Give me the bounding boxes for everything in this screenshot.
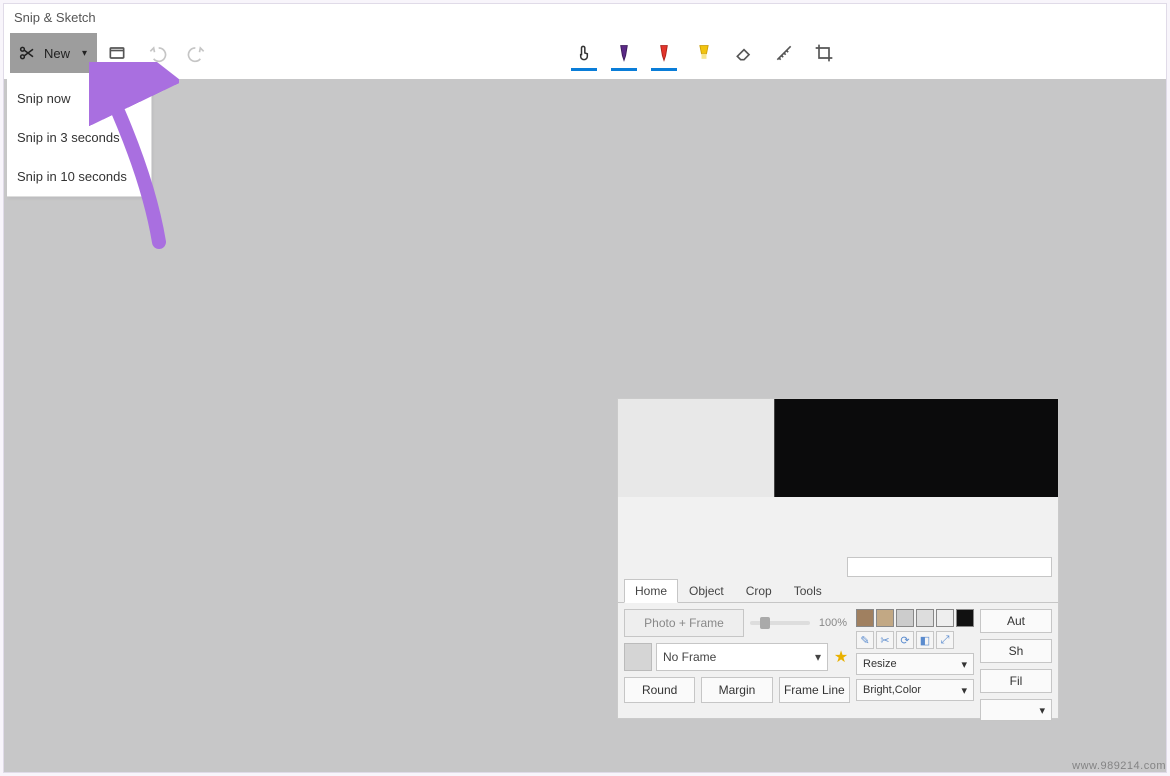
tab-tools[interactable]: Tools [783, 579, 833, 602]
inner-tabs: Home Object Crop Tools [618, 577, 1058, 603]
mini-tool-icon[interactable]: ✎ [856, 631, 874, 649]
swatch[interactable] [916, 609, 934, 627]
inner-field[interactable] [847, 557, 1052, 577]
menu-snip-now[interactable]: Snip now [7, 79, 151, 118]
swatch[interactable] [876, 609, 894, 627]
inner-preview [618, 399, 1058, 497]
mini-tool-icon[interactable]: ⤢ [936, 631, 954, 649]
chevron-down-icon: ▾ [961, 658, 967, 671]
auto-button[interactable]: Aut [980, 609, 1052, 633]
ballpoint-pen-button[interactable] [605, 33, 643, 73]
swatch[interactable] [936, 609, 954, 627]
toolbar: New ▾ [4, 30, 1166, 76]
inner-preview-light [618, 399, 774, 497]
mini-tools: ✎ ✂ ⟳ ◧ ⤢ [856, 631, 974, 649]
mini-tool-icon[interactable]: ✂ [876, 631, 894, 649]
resize-label: Resize [863, 658, 897, 670]
canvas-area: Home Object Crop Tools Photo + Frame 100… [4, 79, 1166, 772]
sh-button[interactable]: Sh [980, 639, 1052, 663]
open-button[interactable] [97, 33, 137, 73]
mini-tool-icon[interactable]: ◧ [916, 631, 934, 649]
chevron-down-icon: ▾ [1039, 704, 1045, 717]
photo-frame-button[interactable]: Photo + Frame [624, 609, 744, 637]
inner-mid-col: ✎ ✂ ⟳ ◧ ⤢ Resize ▾ Bright,Color ▾ [856, 609, 974, 721]
tool-group [565, 33, 843, 73]
new-dropdown: Snip now Snip in 3 seconds Snip in 10 se… [7, 79, 152, 197]
frameline-button[interactable]: Frame Line [779, 677, 850, 703]
app-window: Snip & Sketch New ▾ [3, 3, 1167, 773]
brightcolor-dropdown[interactable]: Bright,Color ▾ [856, 679, 974, 701]
right-dropdown[interactable]: ▾ [980, 699, 1052, 721]
watermark: www.989214.com [1072, 760, 1166, 772]
mini-tool-icon[interactable]: ⟳ [896, 631, 914, 649]
tab-crop[interactable]: Crop [735, 579, 783, 602]
embedded-app-panel: Home Object Crop Tools Photo + Frame 100… [617, 398, 1059, 719]
undo-button[interactable] [137, 33, 177, 73]
resize-dropdown[interactable]: Resize ▾ [856, 653, 974, 675]
inner-spacer [618, 497, 1058, 577]
star-icon[interactable]: ★ [832, 647, 850, 667]
swatch[interactable] [956, 609, 974, 627]
ruler-button[interactable] [765, 33, 803, 73]
frame-select[interactable]: No Frame ▾ [656, 643, 828, 671]
chevron-down-icon: ▾ [815, 650, 821, 664]
new-button[interactable]: New ▾ [10, 33, 97, 73]
frame-swatch[interactable] [624, 643, 652, 671]
margin-button[interactable]: Margin [701, 677, 772, 703]
swatch[interactable] [856, 609, 874, 627]
brightcolor-label: Bright,Color [863, 684, 921, 696]
redo-button[interactable] [177, 33, 217, 73]
inner-right-col: Aut Sh Fil ▾ [980, 609, 1052, 721]
highlighter-button[interactable] [685, 33, 723, 73]
inner-left-col: Photo + Frame 100% No Frame ▾ ★ Round [624, 609, 850, 721]
inner-body: Photo + Frame 100% No Frame ▾ ★ Round [618, 603, 1058, 727]
title-bar: Snip & Sketch [4, 4, 1166, 30]
scissors-icon [18, 44, 36, 62]
pencil-button[interactable] [645, 33, 683, 73]
fil-button[interactable]: Fil [980, 669, 1052, 693]
chevron-down-icon: ▾ [82, 48, 87, 59]
menu-snip-10s[interactable]: Snip in 10 seconds [7, 157, 151, 196]
frame-select-label: No Frame [663, 650, 716, 664]
color-swatches [856, 609, 974, 627]
round-button[interactable]: Round [624, 677, 695, 703]
chevron-down-icon: ▾ [961, 684, 967, 697]
swatch[interactable] [896, 609, 914, 627]
menu-snip-3s[interactable]: Snip in 3 seconds [7, 118, 151, 157]
tab-home[interactable]: Home [624, 579, 678, 603]
crop-button[interactable] [805, 33, 843, 73]
zoom-label: 100% [816, 617, 850, 629]
touch-writing-button[interactable] [565, 33, 603, 73]
eraser-button[interactable] [725, 33, 763, 73]
new-button-label: New [44, 46, 70, 61]
zoom-slider[interactable] [750, 621, 810, 625]
app-title: Snip & Sketch [14, 10, 96, 25]
tab-object[interactable]: Object [678, 579, 735, 602]
inner-preview-dark [774, 399, 1058, 497]
